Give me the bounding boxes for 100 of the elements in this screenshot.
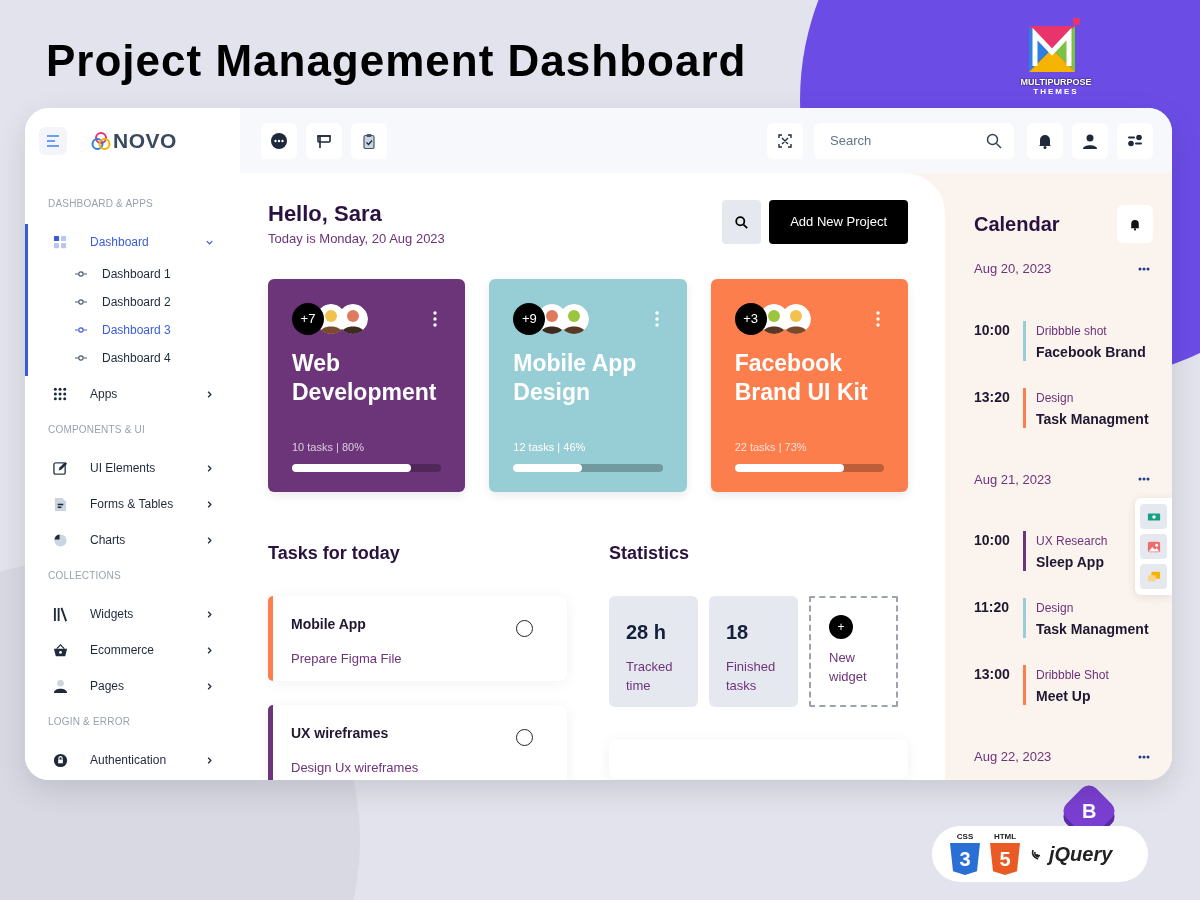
toolbar-button[interactable]	[351, 122, 387, 159]
css-shield-icon: 3	[950, 843, 980, 875]
project-card[interactable]: +7 Web Development 10 tasks | 80%	[268, 278, 466, 492]
event-title: Sleep App	[1036, 553, 1105, 571]
event-title: Task Managment	[1036, 409, 1149, 428]
badge-label: CSS	[956, 833, 974, 841]
submenu-label: Dashboard 3	[102, 322, 171, 339]
sidebar-item[interactable]: Widgets	[25, 596, 240, 632]
task-checkbox[interactable]	[516, 728, 533, 746]
member-count-badge: +9	[513, 302, 546, 335]
settings-button[interactable]	[1117, 122, 1153, 159]
event-title: Task Managment	[1036, 620, 1149, 638]
submenu-item[interactable]: Dashboard 4	[25, 344, 240, 372]
project-meta: 12 tasks | 46%	[513, 440, 587, 455]
add-project-button[interactable]: Add New Project	[769, 200, 908, 244]
section-heading: COLLECTIONS	[47, 569, 122, 583]
profile-button[interactable]	[1072, 122, 1108, 159]
submenu-item[interactable]: Dashboard 2	[25, 288, 240, 316]
toolbar-button[interactable]	[261, 122, 297, 159]
tool-button[interactable]	[1140, 504, 1167, 529]
search-field[interactable]: Search	[814, 122, 1014, 159]
page-title: Project Management Dashboard	[46, 35, 747, 87]
project-title: Web Development	[292, 348, 438, 407]
project-card[interactable]: +3 Facebook Brand UI Kit 22 tasks | 73%	[710, 278, 908, 492]
chevron-right-icon	[205, 609, 214, 619]
date-text: Today is Monday, 20 Aug 2023	[268, 230, 446, 248]
event-time: 13:20	[974, 387, 1011, 407]
dots-grid-icon	[53, 386, 68, 402]
notification-button[interactable]	[1027, 122, 1063, 159]
bullet-icon	[75, 355, 87, 361]
chevron-right-icon	[205, 681, 214, 691]
sidebar-item[interactable]: Forms & Tables	[25, 486, 240, 522]
more-vertical-icon[interactable]	[433, 310, 438, 327]
event-category: Design	[1036, 600, 1075, 616]
date-heading: Aug 22, 2023	[974, 748, 1053, 766]
more-icon[interactable]	[1138, 754, 1150, 759]
task-card[interactable]: Mobile App Prepare Figma File	[268, 595, 567, 681]
tool-button[interactable]	[1140, 534, 1167, 559]
sidebar-item[interactable]: Dashboard	[25, 224, 240, 260]
event-title: Facebook Brand	[1036, 342, 1146, 361]
menu-button[interactable]	[39, 126, 67, 155]
project-title: Mobile App Design	[513, 348, 638, 407]
search-icon	[735, 215, 749, 229]
submenu-item[interactable]: Dashboard 1	[25, 260, 240, 288]
sidebar-item[interactable]: Charts	[25, 522, 240, 558]
task-card[interactable]: UX wireframes Design Ux wireframes	[268, 704, 567, 780]
sidebar-label: Ecommerce	[90, 642, 155, 659]
user-icon	[1082, 132, 1098, 149]
logo-icon	[91, 130, 111, 151]
task-subtitle: Design Ux wireframes	[291, 758, 420, 777]
event-category: Dribbble Shot	[1036, 667, 1109, 683]
widget-label: New widget	[829, 648, 868, 686]
grid-icon	[53, 234, 68, 250]
stat-value: 18	[726, 619, 750, 645]
sidebar-label: Widgets	[90, 606, 135, 623]
sidebar-item[interactable]: Ecommerce	[25, 632, 240, 668]
sidebar-item[interactable]: Apps	[25, 376, 240, 412]
project-meta: 22 tasks | 73%	[734, 440, 808, 455]
html-shield-icon: 5	[990, 843, 1020, 875]
plus-icon: +	[829, 614, 853, 639]
event-time: 11:20	[974, 598, 1011, 617]
chevron-right-icon	[205, 463, 214, 473]
task-checkbox[interactable]	[516, 619, 533, 637]
chevron-right-icon	[205, 499, 214, 509]
menu-icon	[46, 134, 60, 147]
sidebar-item[interactable]: Pages	[25, 668, 240, 704]
event-category: UX Research	[1036, 533, 1108, 549]
task-title: UX wireframes	[291, 723, 390, 743]
new-widget-button[interactable]: + New widget	[809, 595, 898, 707]
section-title: Tasks for today	[268, 541, 401, 564]
notification-button[interactable]	[1117, 205, 1153, 243]
toggle-icon	[1127, 132, 1143, 149]
member-count-badge: +7	[292, 302, 324, 335]
books-icon	[53, 606, 68, 622]
signpost-icon	[316, 132, 332, 149]
project-title: Facebook Brand UI Kit	[734, 348, 869, 407]
project-card[interactable]: +9 Mobile App Design 12 tasks | 46%	[489, 278, 687, 492]
sidebar-label: Forms & Tables	[90, 496, 175, 513]
sidebar-label: Apps	[90, 386, 119, 403]
toolbar-button[interactable]	[306, 122, 342, 159]
event-title: Meet Up	[1036, 687, 1092, 705]
submenu-label: Dashboard 4	[102, 350, 171, 367]
date-heading: Aug 20, 2023	[974, 260, 1053, 278]
fullscreen-button[interactable]	[767, 122, 803, 159]
search-button[interactable]	[722, 200, 762, 244]
more-icon[interactable]	[1138, 477, 1150, 482]
badge-label: HTML	[993, 833, 1017, 841]
sidebar-item[interactable]: Authentication	[25, 742, 240, 778]
section-heading: DASHBOARD & APPS	[47, 197, 154, 211]
stat-value: 28 h	[626, 619, 668, 645]
submenu-label: Dashboard 2	[102, 294, 171, 311]
sidebar-label: Dashboard	[90, 234, 150, 251]
submenu-item[interactable]: Dashboard 3	[25, 316, 240, 344]
section-title: Statistics	[609, 541, 691, 564]
sidebar-item[interactable]: UI Elements	[25, 450, 240, 486]
bullet-icon	[75, 299, 87, 305]
bell-icon	[1129, 217, 1141, 231]
event-category: Design	[1036, 389, 1075, 406]
more-icon[interactable]	[1138, 266, 1150, 271]
edit-icon	[53, 460, 68, 476]
